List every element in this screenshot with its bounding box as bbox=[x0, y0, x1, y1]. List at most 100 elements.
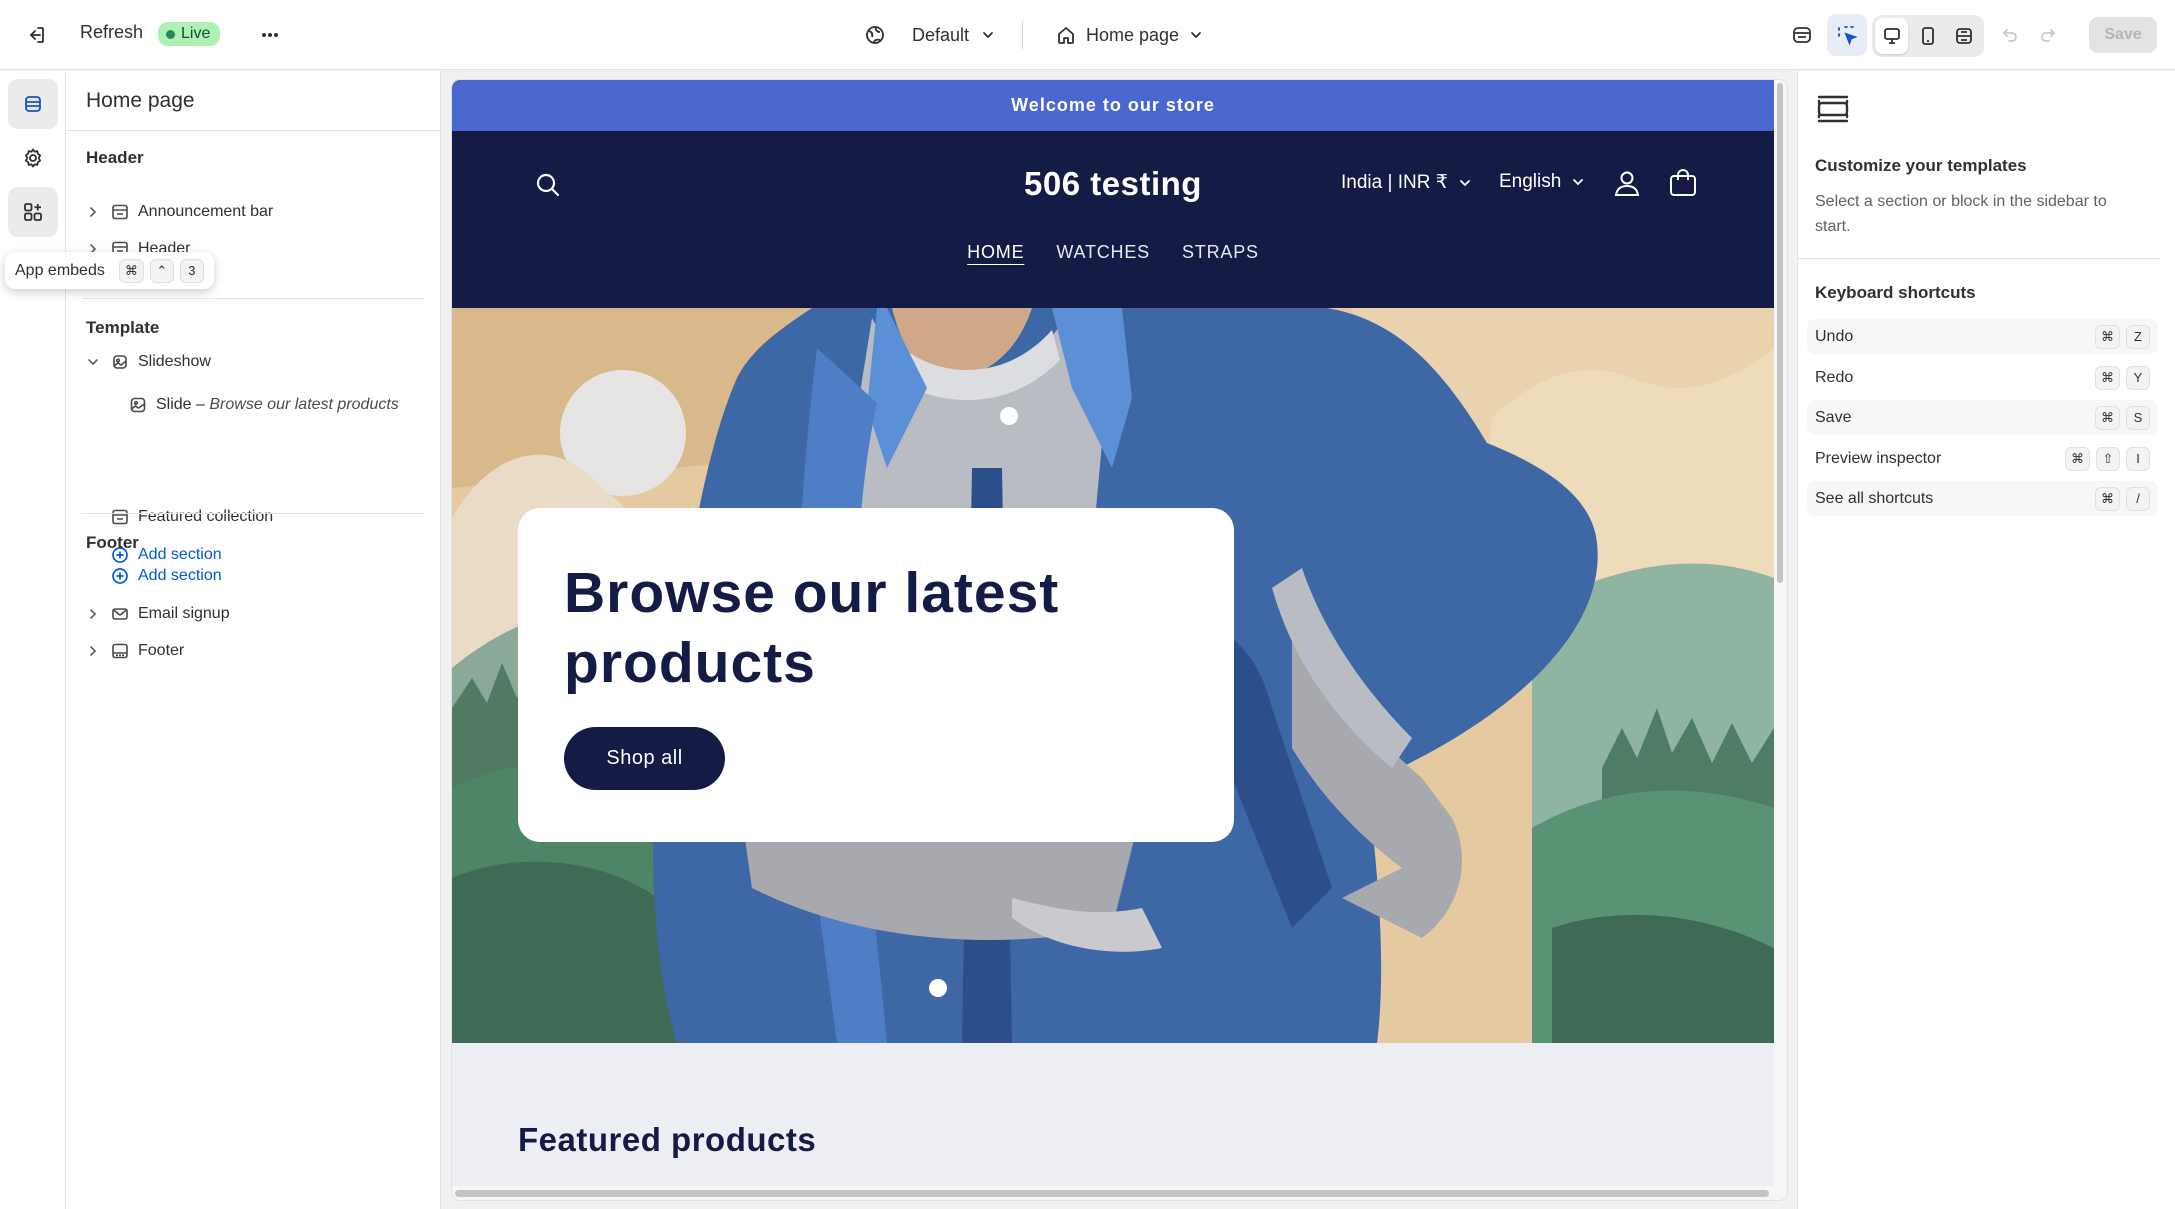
nav-link-home[interactable]: HOME bbox=[967, 242, 1024, 263]
shortcuts-title: Keyboard shortcuts bbox=[1815, 283, 1976, 302]
chevron-right-icon bbox=[82, 608, 104, 620]
hero-content-card: Browse our latest products Shop all bbox=[518, 508, 1234, 842]
apps-button[interactable] bbox=[1782, 14, 1822, 56]
sidebar-item-featured-collection[interactable]: Featured collection bbox=[104, 500, 273, 534]
app-embeds-tooltip: App embeds ⌘ ⌃ 3 bbox=[5, 252, 214, 289]
template-group-label: Template bbox=[86, 318, 160, 337]
sections-sidebar: Home page Header Announcement bar Header… bbox=[66, 71, 441, 1209]
shortcut-label: Save bbox=[1815, 408, 1852, 426]
page-selector[interactable]: Home page bbox=[1056, 14, 1203, 56]
language-selector[interactable]: English bbox=[1499, 171, 1585, 193]
shop-all-button[interactable]: Shop all bbox=[564, 727, 725, 790]
plus-circle-icon bbox=[110, 566, 130, 586]
inspector-toggle[interactable] bbox=[1827, 14, 1867, 56]
sidebar-item-label: Footer bbox=[138, 642, 185, 659]
sidebar-item-label: Email signup bbox=[138, 605, 230, 622]
shortcut-key: Z bbox=[2126, 324, 2150, 349]
mobile-view-button[interactable] bbox=[1911, 18, 1944, 54]
exit-icon bbox=[30, 27, 44, 43]
home-icon bbox=[1058, 27, 1074, 44]
image-block-icon bbox=[128, 395, 148, 415]
scrollbar-thumb[interactable] bbox=[455, 1190, 1769, 1197]
device-switcher bbox=[1872, 15, 1984, 57]
slide-detail: Browse our latest products bbox=[209, 396, 399, 413]
page-label: Home page bbox=[1086, 24, 1180, 45]
cart-button[interactable] bbox=[1668, 168, 1698, 198]
chevron-down-icon bbox=[1191, 32, 1201, 39]
shortcut-key: ⌘ bbox=[2095, 405, 2120, 430]
panel-description: Select a section or block in the sidebar… bbox=[1815, 193, 2107, 235]
header-group-label: Header bbox=[86, 148, 144, 167]
exit-button[interactable] bbox=[16, 14, 56, 56]
live-dot-icon bbox=[166, 29, 175, 39]
shortcut-label: Undo bbox=[1815, 327, 1854, 345]
chevron-down-icon bbox=[1459, 179, 1470, 186]
app-embeds-icon bbox=[24, 203, 42, 221]
store-header[interactable]: 506 testing India | INR ₹ English HOME W… bbox=[452, 131, 1774, 308]
account-button[interactable] bbox=[1612, 168, 1642, 198]
shortcut-label: See all shortcuts bbox=[1815, 489, 1934, 507]
featured-collection-section[interactable]: Featured products bbox=[452, 1043, 1774, 1200]
store-nav: HOME WATCHES STRAPS bbox=[452, 242, 1774, 263]
undo-icon bbox=[2002, 29, 2017, 42]
preview-horizontal-scrollbar[interactable] bbox=[452, 1186, 1774, 1200]
currency-selector[interactable]: India | INR ₹ bbox=[1341, 171, 1472, 194]
shortcut-key: / bbox=[2126, 486, 2150, 511]
sections-rail-button[interactable] bbox=[8, 79, 58, 129]
sidebar-item-footer[interactable]: Footer bbox=[82, 634, 184, 668]
gear-icon bbox=[25, 148, 41, 168]
chevron-right-icon bbox=[82, 206, 104, 218]
theme-selector[interactable]: Default bbox=[864, 14, 995, 56]
sidebar-item-slide[interactable]: Slide – Browse our latest products bbox=[128, 388, 399, 422]
chevron-down-icon bbox=[82, 356, 104, 368]
topbar-divider bbox=[1022, 21, 1023, 49]
more-actions-button[interactable] bbox=[250, 14, 290, 56]
refresh-button[interactable]: Refresh bbox=[80, 22, 143, 43]
mail-icon bbox=[110, 604, 130, 624]
shortcut-row-see-all: See all shortcuts ⌘ / bbox=[1807, 481, 2158, 516]
announcement-bar[interactable]: Welcome to our store bbox=[452, 80, 1774, 131]
undo-button[interactable] bbox=[1995, 14, 2025, 56]
left-rail bbox=[0, 71, 66, 1209]
shortcut-row-preview-inspector: Preview inspector ⌘ ⇧ I bbox=[1807, 441, 2158, 476]
currency-label: India | INR ₹ bbox=[1341, 172, 1448, 193]
shortcut-row-redo: Redo ⌘ Y bbox=[1807, 360, 2158, 395]
app-embeds-rail-button[interactable] bbox=[8, 187, 58, 237]
footer-group-label: Footer bbox=[86, 533, 139, 552]
control-key: ⌃ bbox=[149, 258, 174, 283]
tooltip-label: App embeds bbox=[15, 261, 105, 279]
desktop-view-button[interactable] bbox=[1875, 18, 1909, 54]
preview-vertical-scrollbar[interactable] bbox=[1774, 80, 1787, 1200]
sidebar-item-announcement-bar[interactable]: Announcement bar bbox=[82, 195, 273, 229]
section-icon bbox=[110, 507, 130, 527]
ellipsis-icon bbox=[262, 33, 278, 37]
sidebar-item-label: Announcement bar bbox=[138, 203, 274, 220]
mobile-icon bbox=[1922, 27, 1934, 45]
shortcut-key: S bbox=[2126, 405, 2150, 430]
live-badge-label: Live bbox=[181, 25, 211, 42]
shortcut-label: Redo bbox=[1815, 368, 1854, 386]
nav-link-straps[interactable]: STRAPS bbox=[1182, 242, 1259, 263]
footer-section-icon bbox=[110, 641, 130, 661]
save-button[interactable]: Save bbox=[2089, 17, 2157, 53]
nav-link-watches[interactable]: WATCHES bbox=[1056, 242, 1150, 263]
shortcut-key: I bbox=[2126, 446, 2150, 471]
footer-add-section-button[interactable]: Add section bbox=[104, 559, 222, 593]
theme-settings-rail-button[interactable] bbox=[8, 133, 58, 183]
panel-divider bbox=[1798, 258, 2161, 259]
chevron-down-icon bbox=[983, 32, 993, 39]
section-icon bbox=[110, 202, 130, 222]
sidebar-item-email-signup[interactable]: Email signup bbox=[82, 597, 230, 631]
sidebar-item-slideshow[interactable]: Slideshow bbox=[82, 345, 211, 379]
chevron-right-icon bbox=[82, 645, 104, 657]
shortcut-row-undo: Undo ⌘ Z bbox=[1807, 319, 2158, 354]
shortcut-key: ⌘ bbox=[2095, 486, 2120, 511]
redo-button[interactable] bbox=[2033, 14, 2063, 56]
desktop-icon bbox=[1883, 28, 1900, 44]
theme-icon bbox=[866, 26, 884, 44]
fullscreen-view-button[interactable] bbox=[1948, 18, 1981, 54]
sidebar-divider bbox=[66, 130, 441, 131]
scrollbar-thumb[interactable] bbox=[1777, 83, 1783, 583]
shortcut-label: Preview inspector bbox=[1815, 449, 1942, 467]
slideshow-hero[interactable]: Browse our latest products Shop all bbox=[452, 308, 1774, 1043]
